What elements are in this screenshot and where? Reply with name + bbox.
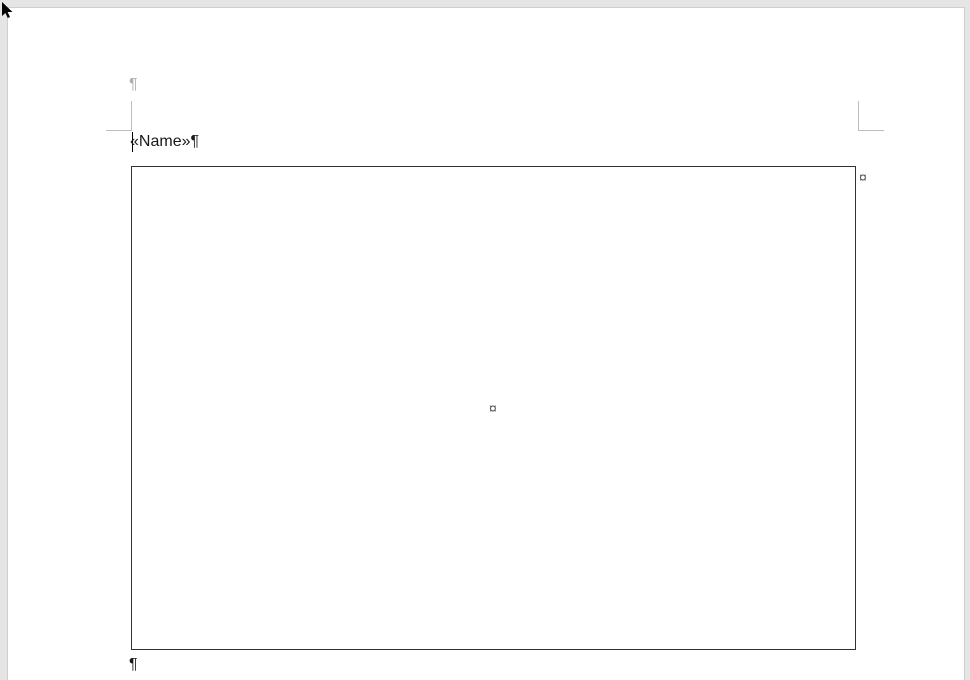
end-of-cell-mark: ¤	[859, 169, 867, 185]
pilcrow-mark: ¶	[129, 656, 138, 673]
merge-field-close-bracket: »	[182, 133, 191, 150]
paragraph-after-frame[interactable]: ¶	[129, 656, 138, 674]
pilcrow-mark: ¶	[191, 133, 200, 150]
mouse-cursor-icon	[2, 2, 16, 25]
header-pilcrow-mark: ¶	[129, 76, 138, 93]
document-page[interactable]: ¶ «Name»¶ ¤ ¤ ¶	[8, 8, 964, 680]
mail-merge-field-line[interactable]: «Name»¶	[130, 133, 199, 151]
page-header-area[interactable]: ¶	[129, 76, 138, 94]
margin-guide-top-left	[106, 101, 132, 131]
merge-field-name: Name	[139, 133, 182, 150]
merge-field-open-bracket: «	[130, 133, 139, 150]
end-of-cell-mark: ¤	[489, 400, 497, 416]
margin-guide-top-right	[858, 101, 884, 131]
